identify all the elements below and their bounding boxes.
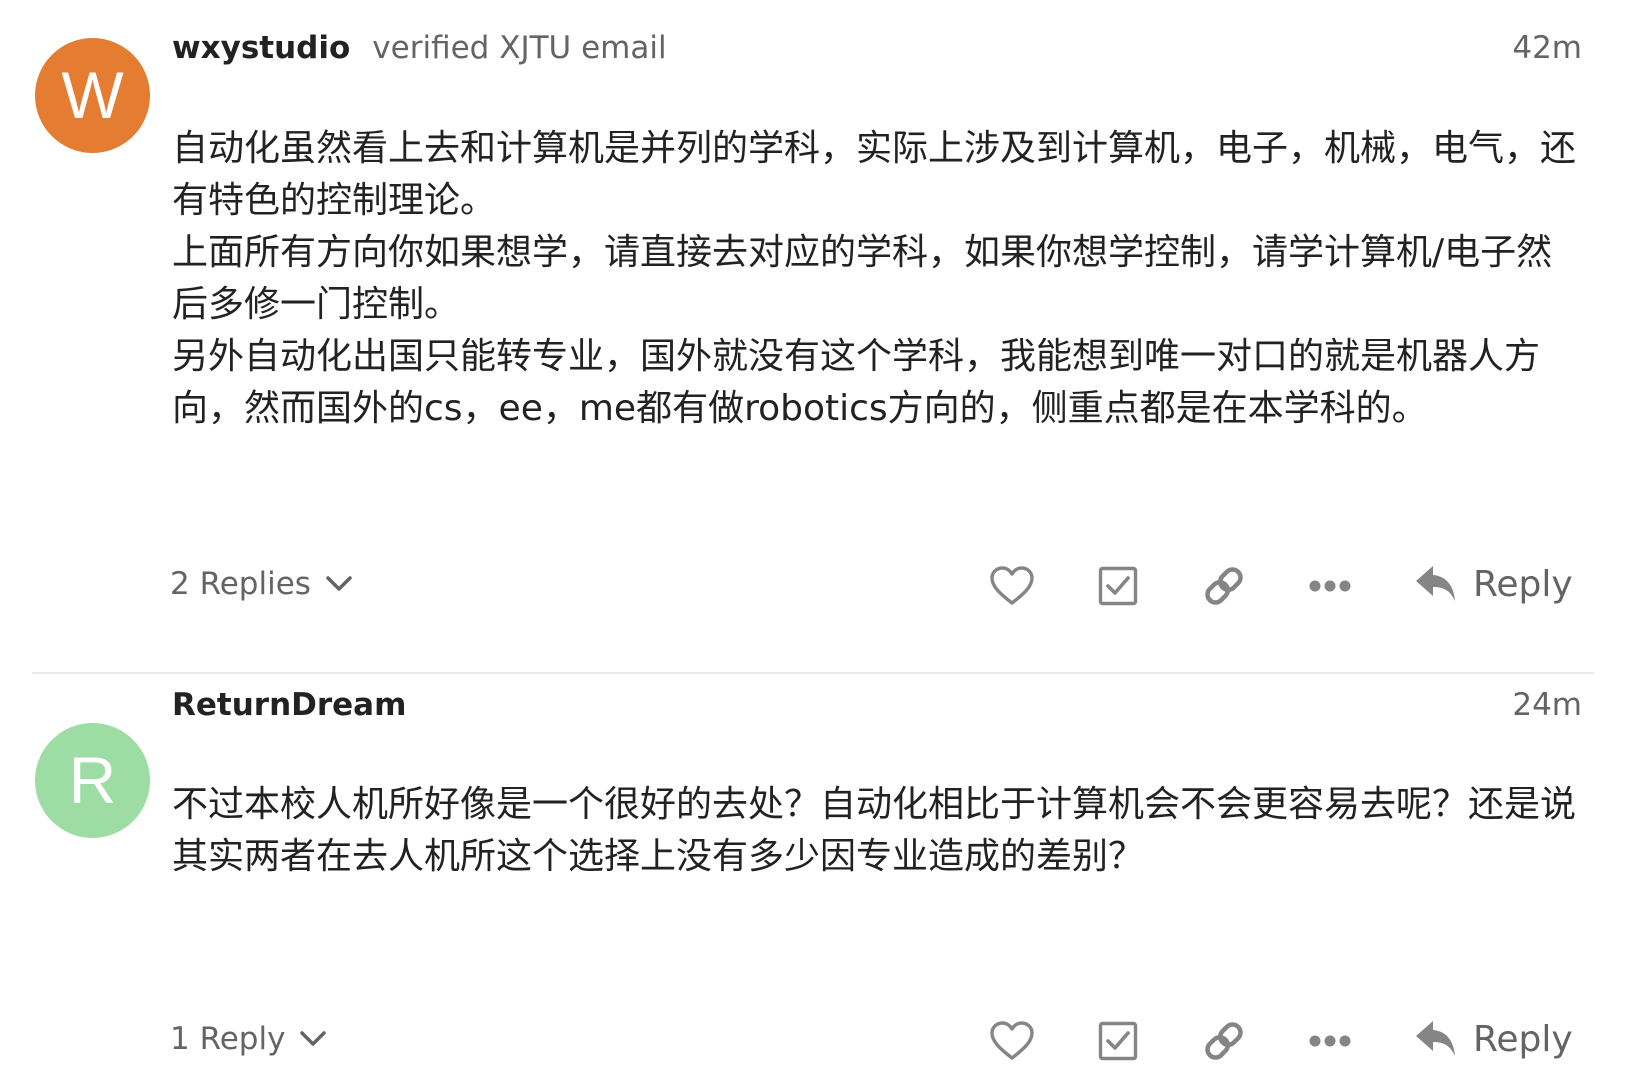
ellipsis-icon [1309,1035,1351,1047]
replies-count-label: 2 Replies [170,566,311,602]
replies-count-label: 1 Reply [170,1021,286,1057]
solution-button[interactable] [1090,1013,1146,1069]
avatar[interactable]: R [35,723,150,838]
ellipsis-icon [1309,580,1351,592]
chevron-down-icon [300,1031,327,1046]
post-paragraph: 上面所有方向你如果想学，请直接去对应的学科，如果你想学控制，请学计算机/电子然后… [172,232,1553,325]
share-link-button[interactable] [1196,1013,1252,1069]
reply-arrow-icon [1416,1021,1455,1056]
post-body: 不过本校人机所好像是一个很好的去处？自动化相比于计算机会不会更容易去呢？还是说其… [172,779,1582,883]
link-icon [1205,1022,1243,1060]
like-button[interactable] [984,558,1040,614]
post-timestamp[interactable]: 42m [1512,30,1582,66]
solution-button[interactable] [1090,558,1146,614]
reply-button[interactable]: Reply [1413,1007,1573,1071]
checkbox-icon [1098,566,1138,606]
chevron-down-icon [326,576,352,591]
post-wxystudio: W wxystudio verified XJTU email 42m 自动化虽… [0,0,1626,680]
post-controls: 2 Replies Reply [0,552,1626,616]
post-returndream: R ReturnDream 24m 不过本校人机所好像是一个很好的去处？自动化相… [0,685,1626,1083]
avatar[interactable]: W [35,38,150,153]
post-divider [32,672,1594,674]
user-title: verified XJTU email [372,30,667,66]
share-link-button[interactable] [1196,558,1252,614]
post-meta: ReturnDream [172,687,406,733]
post-paragraph: 不过本校人机所好像是一个很好的去处？自动化相比于计算机会不会更容易去呢？还是说其… [172,784,1577,877]
heart-icon [990,1021,1034,1060]
post-body: 自动化虽然看上去和计算机是并列的学科，实际上涉及到计算机，电子，机械，电气，还有… [172,123,1582,435]
avatar-letter: R [68,743,117,817]
post-paragraph: 自动化虽然看上去和计算机是并列的学科，实际上涉及到计算机，电子，机械，电气，还有… [172,128,1577,221]
reply-button[interactable]: Reply [1413,552,1573,616]
avatar-letter: W [61,58,124,132]
more-actions-button[interactable] [1302,1013,1358,1069]
post-controls: 1 Reply Reply [0,1007,1626,1071]
link-icon [1205,567,1243,605]
reply-label: Reply [1473,563,1573,605]
heart-icon [990,566,1034,605]
reply-label: Reply [1473,1018,1573,1060]
username[interactable]: wxystudio [172,30,350,66]
post-paragraph: 另外自动化出国只能转专业，国外就没有这个学科，我能想到唯一对口的就是机器人方向，… [172,336,1541,429]
show-replies-button[interactable]: 1 Reply [170,1007,327,1071]
username[interactable]: ReturnDream [172,687,406,723]
reply-arrow-icon [1416,566,1455,601]
post-timestamp[interactable]: 24m [1512,687,1582,723]
show-replies-button[interactable]: 2 Replies [170,552,353,616]
more-actions-button[interactable] [1302,558,1358,614]
post-meta: wxystudio verified XJTU email [172,30,667,76]
checkbox-icon [1098,1021,1138,1061]
like-button[interactable] [984,1013,1040,1069]
